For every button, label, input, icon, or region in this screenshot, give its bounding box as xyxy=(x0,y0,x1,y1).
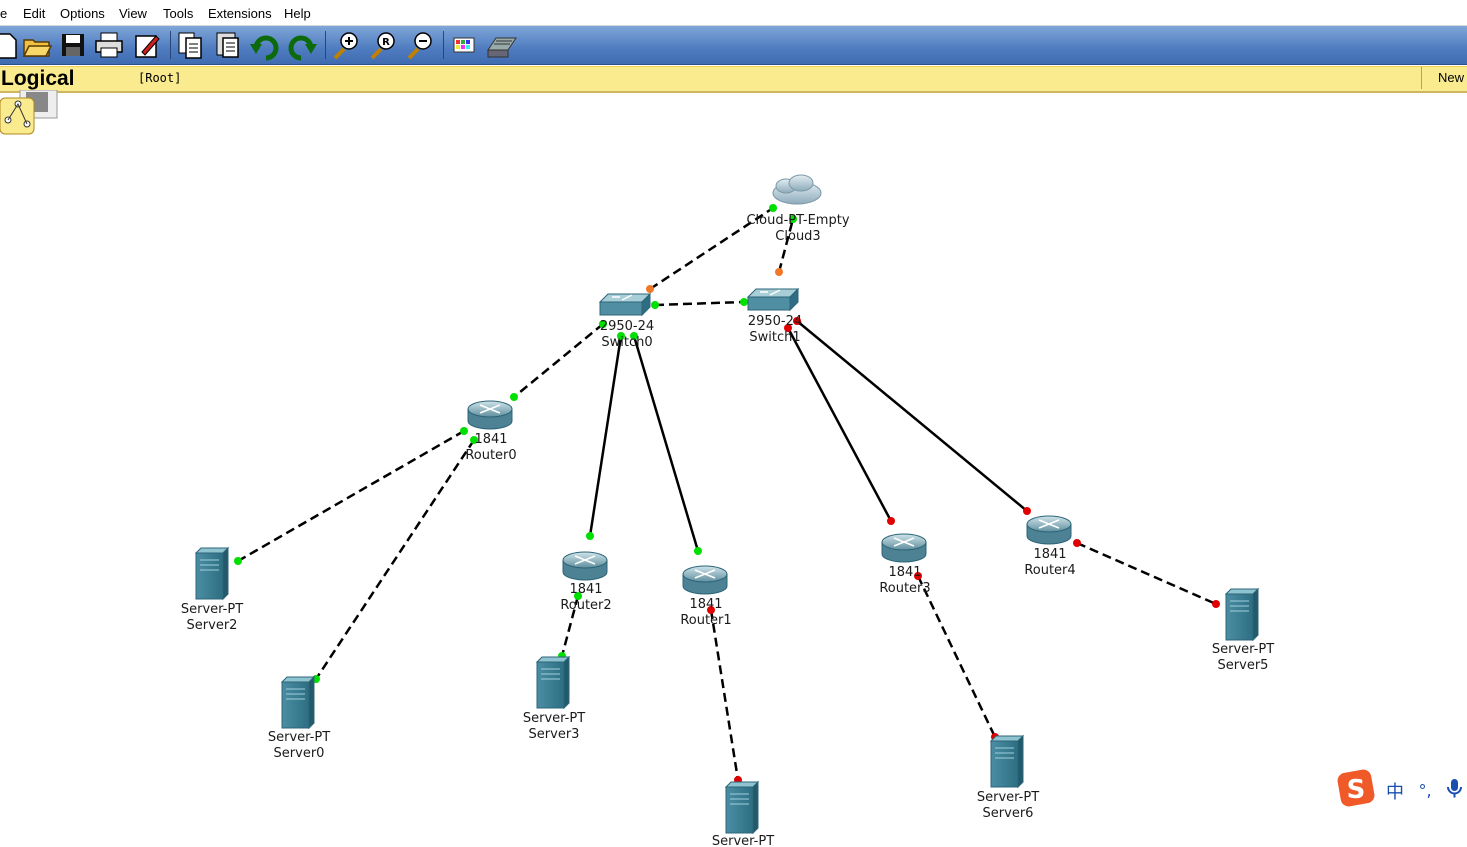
device-switch1[interactable]: 2950-24 Switch1 xyxy=(746,287,802,345)
device-name-label: Server3 xyxy=(529,727,580,742)
server-icon xyxy=(535,655,571,710)
device-server3[interactable]: Server-PT Server3 xyxy=(523,655,585,742)
ime-language-label[interactable]: 中 xyxy=(1386,782,1404,803)
device-router4[interactable]: 1841 Router4 xyxy=(1024,515,1076,578)
link-status-light xyxy=(1023,507,1031,515)
ime-punctuation-label[interactable]: °, xyxy=(1418,781,1431,800)
device-model-label: 2950-24 xyxy=(748,314,802,329)
server-icon xyxy=(194,546,230,601)
device-router0[interactable]: 1841 Router0 xyxy=(465,400,517,463)
device-server0[interactable]: Server-PT Server0 xyxy=(268,675,330,761)
device-cloud3[interactable]: Cloud-PT-Empty Cloud3 xyxy=(746,174,850,244)
link-router0-server2[interactable] xyxy=(234,427,468,565)
cloud-icon xyxy=(772,174,822,205)
device-model-label: 1841 xyxy=(888,565,921,580)
device-name-label: Cloud3 xyxy=(775,229,820,244)
device-server1[interactable]: Server-PT xyxy=(712,780,774,847)
link-switch0-router0[interactable] xyxy=(510,320,607,401)
device-name-label: Router4 xyxy=(1024,563,1075,578)
device-server5[interactable]: Server-PT Server5 xyxy=(1212,587,1274,673)
server-icon xyxy=(724,780,760,835)
router-icon xyxy=(562,551,608,581)
device-model-label: Server-PT xyxy=(523,711,585,726)
server-icon xyxy=(280,675,316,730)
switch-icon xyxy=(598,292,652,317)
link-switch0-router1[interactable] xyxy=(630,332,702,555)
device-model-label: Server-PT xyxy=(977,790,1039,805)
link-switch1-router3[interactable] xyxy=(784,324,895,525)
device-model-label: 1841 xyxy=(1033,547,1066,562)
device-server6[interactable]: Server-PT Server6 xyxy=(977,734,1039,821)
link-status-light xyxy=(1073,539,1081,547)
router-icon xyxy=(682,565,728,595)
router-icon xyxy=(1026,515,1072,545)
link-switch0-switch1[interactable] xyxy=(651,298,748,309)
device-name-label: Server0 xyxy=(274,746,325,761)
device-name-label: Router0 xyxy=(465,448,516,463)
link-status-light xyxy=(775,268,783,276)
link-status-light xyxy=(234,557,242,565)
device-model-label: 1841 xyxy=(474,432,507,447)
link-status-light xyxy=(1212,600,1220,608)
link-switch1-router4[interactable] xyxy=(793,317,1031,515)
device-model-label: Cloud-PT-Empty xyxy=(746,213,849,228)
device-name-label: Router2 xyxy=(560,598,611,613)
link-status-light xyxy=(887,517,895,525)
logical-topology-canvas[interactable]: Cloud-PT-Empty Cloud3 2950-24 Switch0 29… xyxy=(0,0,1467,847)
device-name-label: Server5 xyxy=(1218,658,1269,673)
ime-toolbar[interactable]: S 中 °, xyxy=(1336,768,1467,808)
svg-text:S: S xyxy=(1347,775,1366,805)
link-status-light xyxy=(694,547,702,555)
switch-icon xyxy=(746,287,800,312)
microphone-icon[interactable] xyxy=(1447,779,1462,798)
device-name-label: Switch1 xyxy=(749,330,800,345)
server-icon xyxy=(1224,587,1260,642)
device-model-label: 1841 xyxy=(569,582,602,597)
link-status-light xyxy=(586,532,594,540)
device-router1[interactable]: 1841 Router1 xyxy=(680,565,732,628)
device-model-label: Server-PT xyxy=(1212,642,1274,657)
link-status-light xyxy=(740,298,748,306)
link-status-light xyxy=(646,285,654,293)
link-status-light xyxy=(769,204,777,212)
device-router2[interactable]: 1841 Router2 xyxy=(560,551,612,613)
link-status-light xyxy=(651,301,659,309)
device-server2[interactable]: Server-PT Server2 xyxy=(181,546,243,633)
device-model-label: Server-PT xyxy=(268,730,330,745)
link-router4-server5[interactable] xyxy=(1073,539,1220,608)
device-switch0[interactable]: 2950-24 Switch0 xyxy=(598,292,654,350)
link-router0-server0[interactable] xyxy=(312,436,478,683)
device-model-label: 2950-24 xyxy=(600,319,654,334)
device-model-label: 1841 xyxy=(689,597,722,612)
device-name-label: Server2 xyxy=(187,618,238,633)
link-router3-server6[interactable] xyxy=(914,572,999,741)
device-name-label: Router3 xyxy=(879,581,930,596)
link-status-light xyxy=(510,393,518,401)
router-icon xyxy=(881,533,927,563)
server-icon xyxy=(989,734,1025,789)
link-status-light xyxy=(460,427,468,435)
sogou-logo-icon: S xyxy=(1337,769,1375,807)
link-router1-server1[interactable] xyxy=(707,606,742,784)
device-model-label: Server-PT xyxy=(712,834,774,847)
link-switch0-router2[interactable] xyxy=(586,332,625,540)
device-name-label: Router1 xyxy=(680,613,731,628)
device-model-label: Server-PT xyxy=(181,602,243,617)
device-router3[interactable]: 1841 Router3 xyxy=(879,533,931,596)
router-icon xyxy=(467,400,513,430)
device-name-label: Server6 xyxy=(983,806,1034,821)
device-name-label: Switch0 xyxy=(601,335,652,350)
